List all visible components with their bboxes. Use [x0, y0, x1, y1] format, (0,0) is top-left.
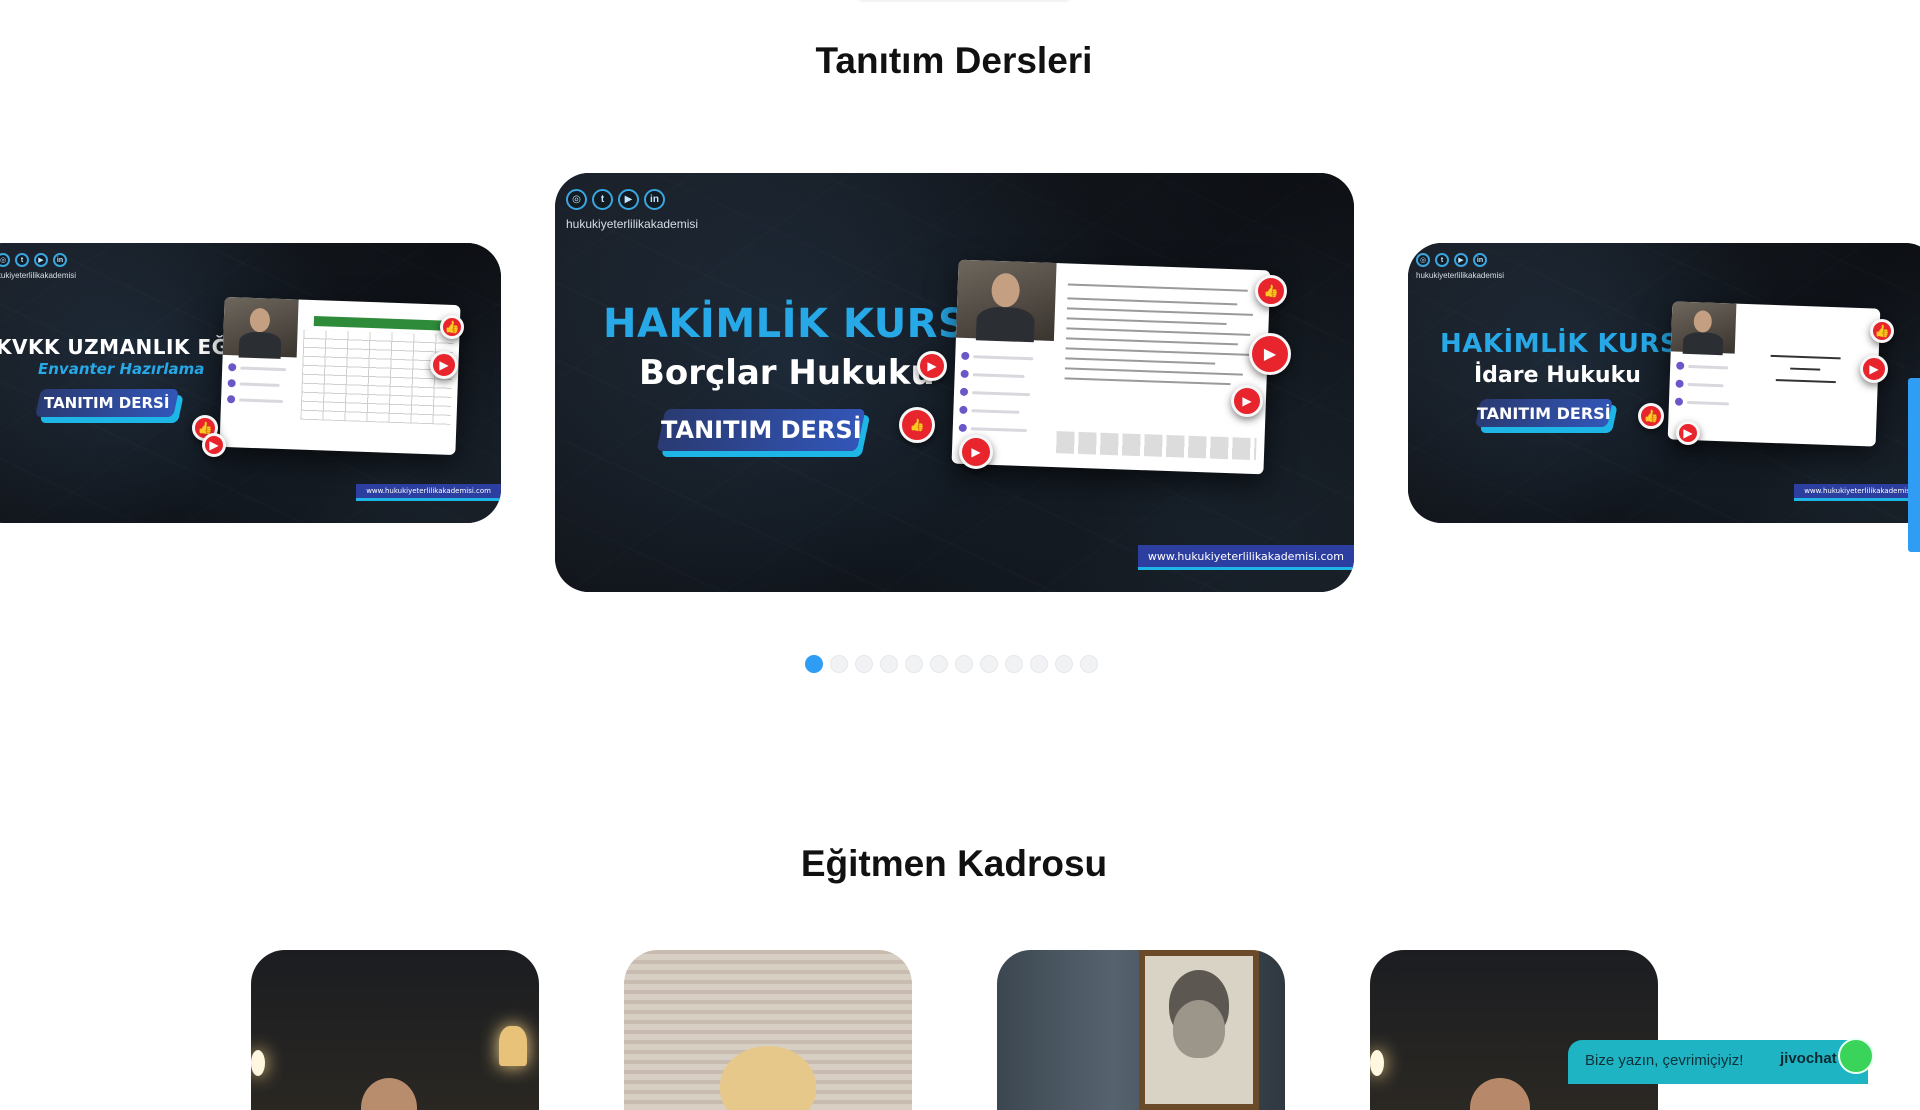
- instructors-section-title: Eğitmen Kadrosu: [800, 843, 1108, 884]
- slide-handle: hukukiyeterlilikakademisi: [0, 271, 77, 280]
- slide-subtitle: Envanter Hazırlama: [38, 360, 205, 378]
- twitter-icon[interactable]: t: [592, 189, 613, 210]
- intro-section-title: Tanıtım Dersleri: [815, 40, 1093, 81]
- youtube-icon[interactable]: ▶: [618, 189, 639, 210]
- slide-url: www.hukukiyeterlilikakademisi.com: [356, 484, 501, 501]
- play-icon: ▶: [430, 351, 458, 379]
- twitter-icon[interactable]: t: [1435, 253, 1449, 267]
- slide-handle: hukukiyeterlilikakademisi: [1416, 271, 1505, 280]
- play-icon: ▶: [1231, 385, 1263, 417]
- play-icon: ▶: [1249, 333, 1291, 375]
- jivochat-widget[interactable]: Bize yazın, çevrimiçiyiz! jivochat: [1568, 1038, 1874, 1084]
- play-icon: ▶: [1860, 355, 1888, 383]
- instructor-card[interactable]: [997, 950, 1285, 1110]
- slide-screen: [219, 296, 461, 456]
- instagram-icon[interactable]: ◎: [566, 189, 587, 210]
- linkedin-icon[interactable]: in: [1473, 253, 1487, 267]
- linkedin-icon[interactable]: in: [644, 189, 665, 210]
- slide-handle: hukukiyeterlilikakademisi: [566, 217, 699, 231]
- play-icon: ▶: [917, 351, 947, 381]
- like-icon: 👍: [899, 407, 935, 443]
- carousel-dot-7[interactable]: [955, 655, 973, 673]
- jivochat-message: Bize yazın, çevrimiçiyiz!: [1585, 1052, 1744, 1069]
- like-icon: 👍: [1870, 319, 1894, 343]
- slide-title: HAKİMLİK KURSU: [603, 301, 1001, 347]
- carousel-slide-borclar[interactable]: ◎ t ▶ in hukukiyeterlilikakademisi HAKİM…: [555, 173, 1354, 592]
- online-status-icon: [1838, 1038, 1874, 1074]
- slide-screen: [1667, 301, 1881, 447]
- slide-title: HAKİMLİK KURSU: [1440, 329, 1701, 359]
- carousel-pagination: [805, 655, 1098, 673]
- instagram-icon[interactable]: ◎: [1416, 253, 1430, 267]
- carousel-dot-9[interactable]: [1005, 655, 1023, 673]
- carousel-dot-6[interactable]: [930, 655, 948, 673]
- slide-subtitle: Borçlar Hukuku: [639, 353, 935, 393]
- slide-subtitle: İdare Hukuku: [1474, 363, 1641, 388]
- play-icon: ▶: [1676, 421, 1700, 445]
- slide-badge: TANITIM DERSİ: [35, 389, 179, 417]
- carousel-dot-2[interactable]: [830, 655, 848, 673]
- carousel-dot-10[interactable]: [1030, 655, 1048, 673]
- twitter-icon[interactable]: t: [15, 253, 29, 267]
- youtube-icon[interactable]: ▶: [34, 253, 48, 267]
- slide-badge: TANITIM DERSİ: [656, 409, 866, 451]
- like-icon: 👍: [1255, 275, 1287, 307]
- instructor-card[interactable]: [1370, 950, 1658, 1110]
- instructor-card[interactable]: [624, 950, 912, 1110]
- play-icon: ▶: [959, 435, 993, 469]
- slide-url: www.hukukiyeterlilikakademisi.com: [1794, 484, 1920, 501]
- play-icon: ▶: [202, 433, 226, 457]
- like-icon: 👍: [440, 315, 464, 339]
- slide-url: www.hukukiyeterlilikakademisi.com: [1137, 545, 1354, 570]
- top-tab: [855, 0, 1073, 2]
- slide-badge: TANITIM DERSİ: [1475, 399, 1613, 427]
- like-icon: 👍: [1638, 403, 1664, 429]
- carousel-dot-4[interactable]: [880, 655, 898, 673]
- youtube-icon[interactable]: ▶: [1454, 253, 1468, 267]
- linkedin-icon[interactable]: in: [53, 253, 67, 267]
- carousel-dot-8[interactable]: [980, 655, 998, 673]
- instagram-icon[interactable]: ◎: [0, 253, 10, 267]
- carousel-dot-12[interactable]: [1080, 655, 1098, 673]
- jivochat-logo: jivochat: [1780, 1050, 1837, 1067]
- carousel-dot-3[interactable]: [855, 655, 873, 673]
- slide-screen: [951, 259, 1271, 475]
- side-feedback-tab[interactable]: [1908, 378, 1920, 552]
- carousel-slide-kvkk[interactable]: ◎ t ▶ in hukukiyeterlilikakademisi KVKK …: [0, 243, 501, 523]
- instructor-card[interactable]: [251, 950, 539, 1110]
- carousel-dot-11[interactable]: [1055, 655, 1073, 673]
- carousel-slide-idare[interactable]: ◎ t ▶ in hukukiyeterlilikakademisi HAKİM…: [1408, 243, 1920, 523]
- carousel-dot-1[interactable]: [805, 655, 823, 673]
- carousel-dot-5[interactable]: [905, 655, 923, 673]
